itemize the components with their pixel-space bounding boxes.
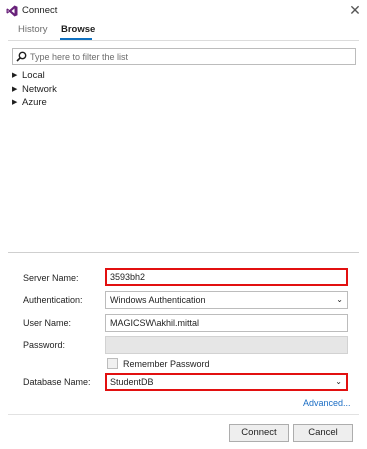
server-name-field[interactable]: 3593bh2 (105, 268, 348, 286)
section-divider (8, 252, 359, 253)
tab-browse[interactable]: Browse (61, 24, 95, 35)
tree-item-network[interactable]: ▶ Network (12, 83, 57, 95)
expand-arrow-icon[interactable]: ▶ (12, 71, 20, 79)
authentication-value: Windows Authentication (110, 295, 206, 305)
footer-divider (8, 414, 359, 415)
database-name-value: StudentDB (110, 377, 154, 387)
window-title: Connect (22, 5, 58, 16)
user-name-label: User Name: (23, 318, 72, 328)
remember-password-label[interactable]: Remember Password (123, 359, 210, 369)
close-icon[interactable]: ✕ (348, 2, 362, 18)
database-name-label: Database Name: (23, 377, 91, 387)
tree-item-label: Azure (22, 96, 47, 108)
server-name-label: Server Name: (23, 273, 79, 283)
connect-button[interactable]: Connect (229, 424, 289, 442)
expand-arrow-icon[interactable]: ▶ (12, 85, 20, 93)
expand-arrow-icon[interactable]: ▶ (12, 98, 20, 106)
authentication-label: Authentication: (23, 295, 83, 305)
password-field (105, 336, 348, 354)
tab-divider (8, 40, 359, 41)
search-icon (16, 51, 27, 62)
advanced-link[interactable]: Advanced... (303, 398, 351, 408)
user-name-field[interactable]: MAGICSW\akhil.mittal (105, 314, 348, 332)
tree-item-azure[interactable]: ▶ Azure (12, 96, 47, 108)
password-label: Password: (23, 340, 66, 350)
tree-item-label: Local (22, 69, 45, 81)
chevron-down-icon: ⌄ (336, 295, 343, 304)
filter-input[interactable] (30, 48, 350, 65)
visual-studio-icon (6, 5, 18, 17)
database-name-select[interactable]: StudentDB ⌄ (105, 373, 348, 391)
cancel-button[interactable]: Cancel (293, 424, 353, 442)
chevron-down-icon: ⌄ (335, 377, 342, 386)
remember-password-checkbox[interactable] (107, 358, 118, 369)
authentication-select[interactable]: Windows Authentication ⌄ (105, 291, 348, 309)
tree-item-local[interactable]: ▶ Local (12, 69, 45, 81)
user-name-value: MAGICSW\akhil.mittal (110, 318, 200, 328)
tab-history[interactable]: History (18, 24, 48, 35)
tree-item-label: Network (22, 83, 57, 95)
server-name-value: 3593bh2 (110, 272, 146, 282)
